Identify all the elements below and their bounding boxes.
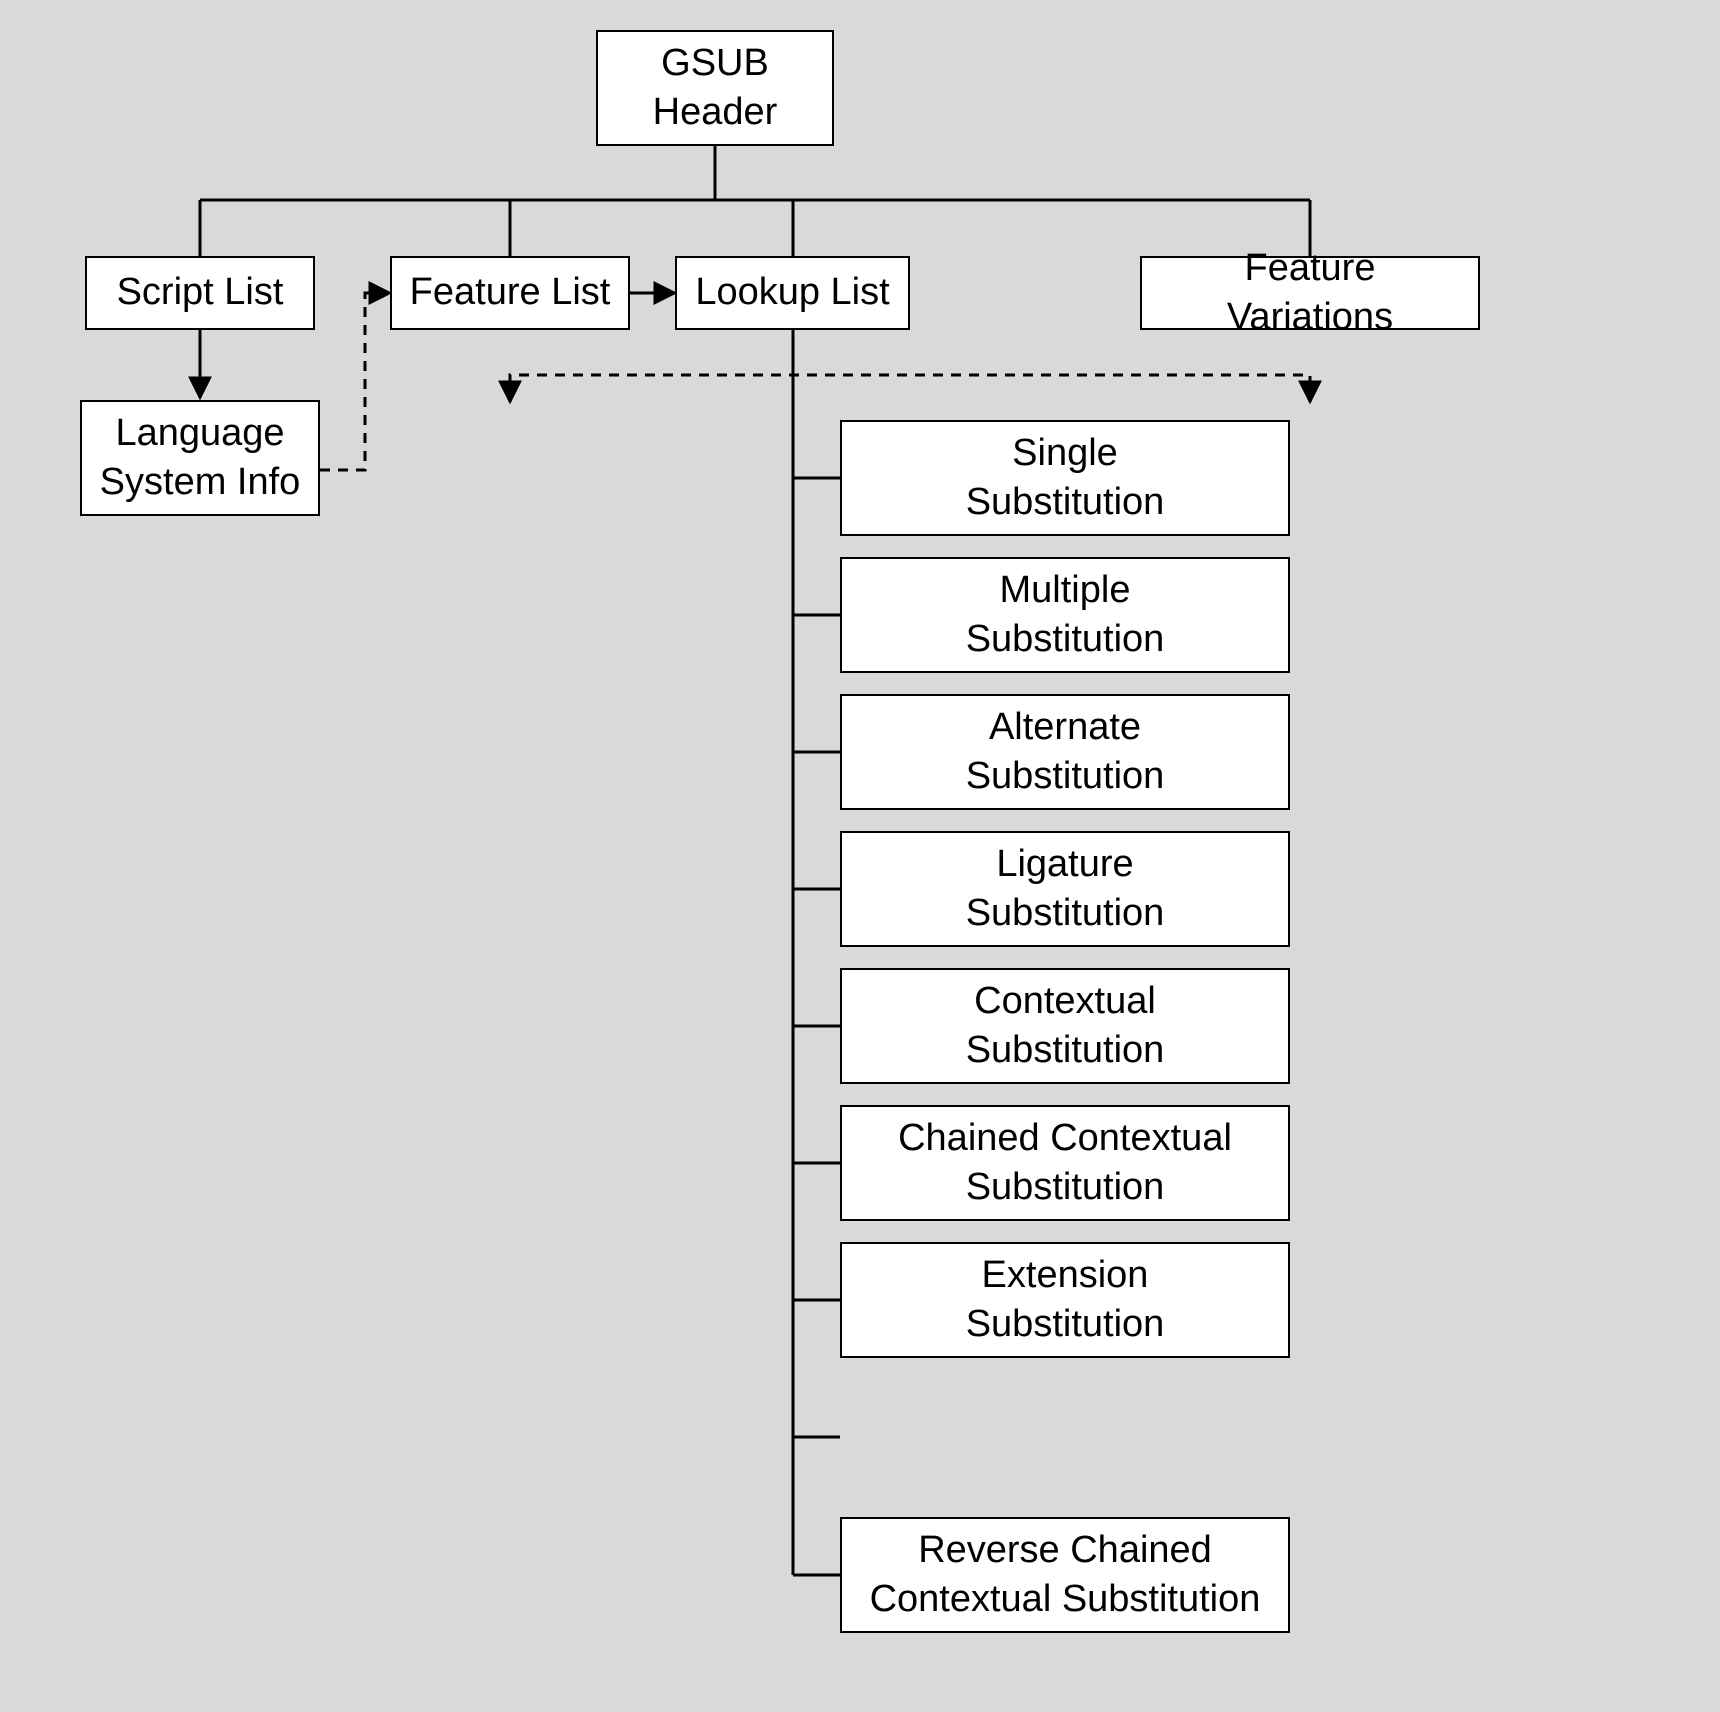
language-system-info-label: LanguageSystem Info [100, 409, 301, 508]
feature-list-box: Feature List [390, 256, 630, 330]
lookup-type-label: Reverse ChainedContextual Substitution [870, 1526, 1261, 1625]
lookup-type-label: MultipleSubstitution [966, 566, 1165, 665]
lookup-type-box: Chained ContextualSubstitution [840, 1105, 1290, 1221]
lookup-list-label: Lookup List [695, 268, 889, 317]
feature-variations-label: Feature Variations [1158, 244, 1462, 343]
lookup-type-box: SingleSubstitution [840, 420, 1290, 536]
feature-variations-box: Feature Variations [1140, 256, 1480, 330]
lookup-type-box: ContextualSubstitution [840, 968, 1290, 1084]
lookup-list-box: Lookup List [675, 256, 910, 330]
feature-list-label: Feature List [410, 268, 611, 317]
lookup-type-box: AlternateSubstitution [840, 694, 1290, 810]
lookup-type-box: LigatureSubstitution [840, 831, 1290, 947]
gsub-header-box: GSUBHeader [596, 30, 834, 146]
lookup-type-label: AlternateSubstitution [966, 703, 1165, 802]
script-list-box: Script List [85, 256, 315, 330]
lookup-type-label: ExtensionSubstitution [966, 1251, 1165, 1350]
lookup-type-box: ExtensionSubstitution [840, 1242, 1290, 1358]
lookup-type-label: LigatureSubstitution [966, 840, 1165, 939]
lookup-type-box: MultipleSubstitution [840, 557, 1290, 673]
lookup-type-label: SingleSubstitution [966, 429, 1165, 528]
lookup-type-box: Reverse ChainedContextual Substitution [840, 1517, 1290, 1633]
lookup-type-label: Chained ContextualSubstitution [898, 1114, 1232, 1213]
lookup-type-label: ContextualSubstitution [966, 977, 1165, 1076]
gsub-header-label: GSUBHeader [653, 39, 778, 138]
script-list-label: Script List [117, 268, 284, 317]
language-system-info-box: LanguageSystem Info [80, 400, 320, 516]
